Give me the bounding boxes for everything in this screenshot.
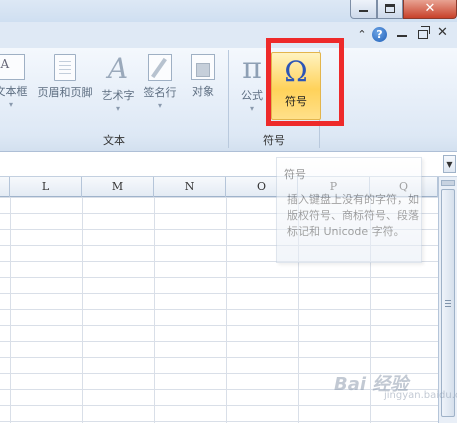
wordart-icon: A — [107, 52, 129, 85]
wordart-label: 艺术字 — [101, 89, 135, 102]
object-label: 对象 — [192, 85, 214, 98]
tooltip-body: 插入键盘上没有的字符，如版权符号、商标符号、段落标记和 Unicode 字符。 — [287, 193, 419, 238]
header-footer-label: 页眉和页脚 — [37, 86, 93, 99]
dropdown-arrow-icon: ▾ — [157, 101, 162, 110]
tooltip-title: 符号 — [284, 168, 306, 181]
dropdown-arrow-icon: ▾ — [8, 100, 13, 109]
text-group-label: 文本 — [103, 134, 125, 147]
header-footer-icon — [54, 54, 76, 81]
textbox-button[interactable]: A 文本框 ▾ — [0, 54, 32, 109]
workbook-minimize-icon[interactable] — [397, 35, 407, 37]
help-icon[interactable]: ? — [372, 27, 387, 42]
window-minimize-button[interactable] — [350, 0, 377, 19]
close-icon: ✕ — [424, 1, 436, 16]
dropdown-arrow-icon: ▾ — [115, 104, 120, 113]
window-close-button[interactable]: ✕ — [403, 0, 457, 19]
column-header-n[interactable]: N — [154, 177, 226, 197]
grid-line — [10, 197, 11, 423]
ribbon-collapse-icon[interactable]: ⌃ — [355, 28, 369, 42]
signature-line-icon — [148, 54, 172, 81]
title-bar: ✕ — [0, 0, 457, 22]
minimize-icon — [359, 10, 368, 12]
symbol-tooltip: 符号 插入键盘上没有的字符，如版权符号、商标符号、段落标记和 Unicode 字… — [276, 157, 422, 263]
maximize-icon — [385, 4, 395, 13]
watermark-subtext: jingyan.baidu.com — [384, 390, 457, 401]
textbox-label: 文本框 — [0, 85, 28, 98]
split-handle[interactable] — [441, 180, 455, 186]
object-button[interactable]: 对象 — [186, 54, 220, 99]
ribbon-insert-tab: A 文本框 ▾ 页眉和页脚 A 艺术字 ▾ 签名行 ▾ 对象 文本 π 公式 ▾… — [0, 48, 457, 152]
signature-line-label: 签名行 — [143, 86, 177, 99]
dropdown-arrow-icon: ▾ — [249, 104, 254, 113]
equation-label: 公式 — [241, 89, 263, 102]
red-highlight-box — [266, 38, 344, 126]
equation-button[interactable]: π 公式 ▾ — [234, 51, 270, 114]
grid-line — [154, 197, 155, 423]
header-footer-button[interactable]: 页眉和页脚 — [34, 54, 96, 100]
baidu-watermark: Bai 经验 jingyan.baidu.com — [326, 366, 457, 406]
window-maximize-button[interactable] — [377, 0, 403, 19]
text-box-icon: A — [0, 54, 25, 80]
symbols-group-label: 符号 — [263, 134, 285, 147]
grid-line — [82, 197, 83, 423]
grid-line — [226, 197, 227, 423]
formula-bar-expand-button[interactable]: ▼ — [443, 155, 456, 173]
object-icon — [191, 54, 215, 80]
wordart-button[interactable]: A 艺术字 ▾ — [98, 52, 138, 114]
signature-line-button[interactable]: 签名行 ▾ — [140, 54, 180, 110]
workbook-restore-icon[interactable] — [418, 26, 430, 39]
column-header-partial[interactable] — [0, 177, 10, 197]
pi-icon: π — [242, 51, 262, 86]
column-header-m[interactable]: M — [82, 177, 154, 197]
ribbon-top-bar: ⌃ ? ✕ — [0, 22, 457, 48]
workbook-close-icon[interactable]: ✕ — [437, 25, 449, 40]
column-header-l[interactable]: L — [10, 177, 82, 197]
